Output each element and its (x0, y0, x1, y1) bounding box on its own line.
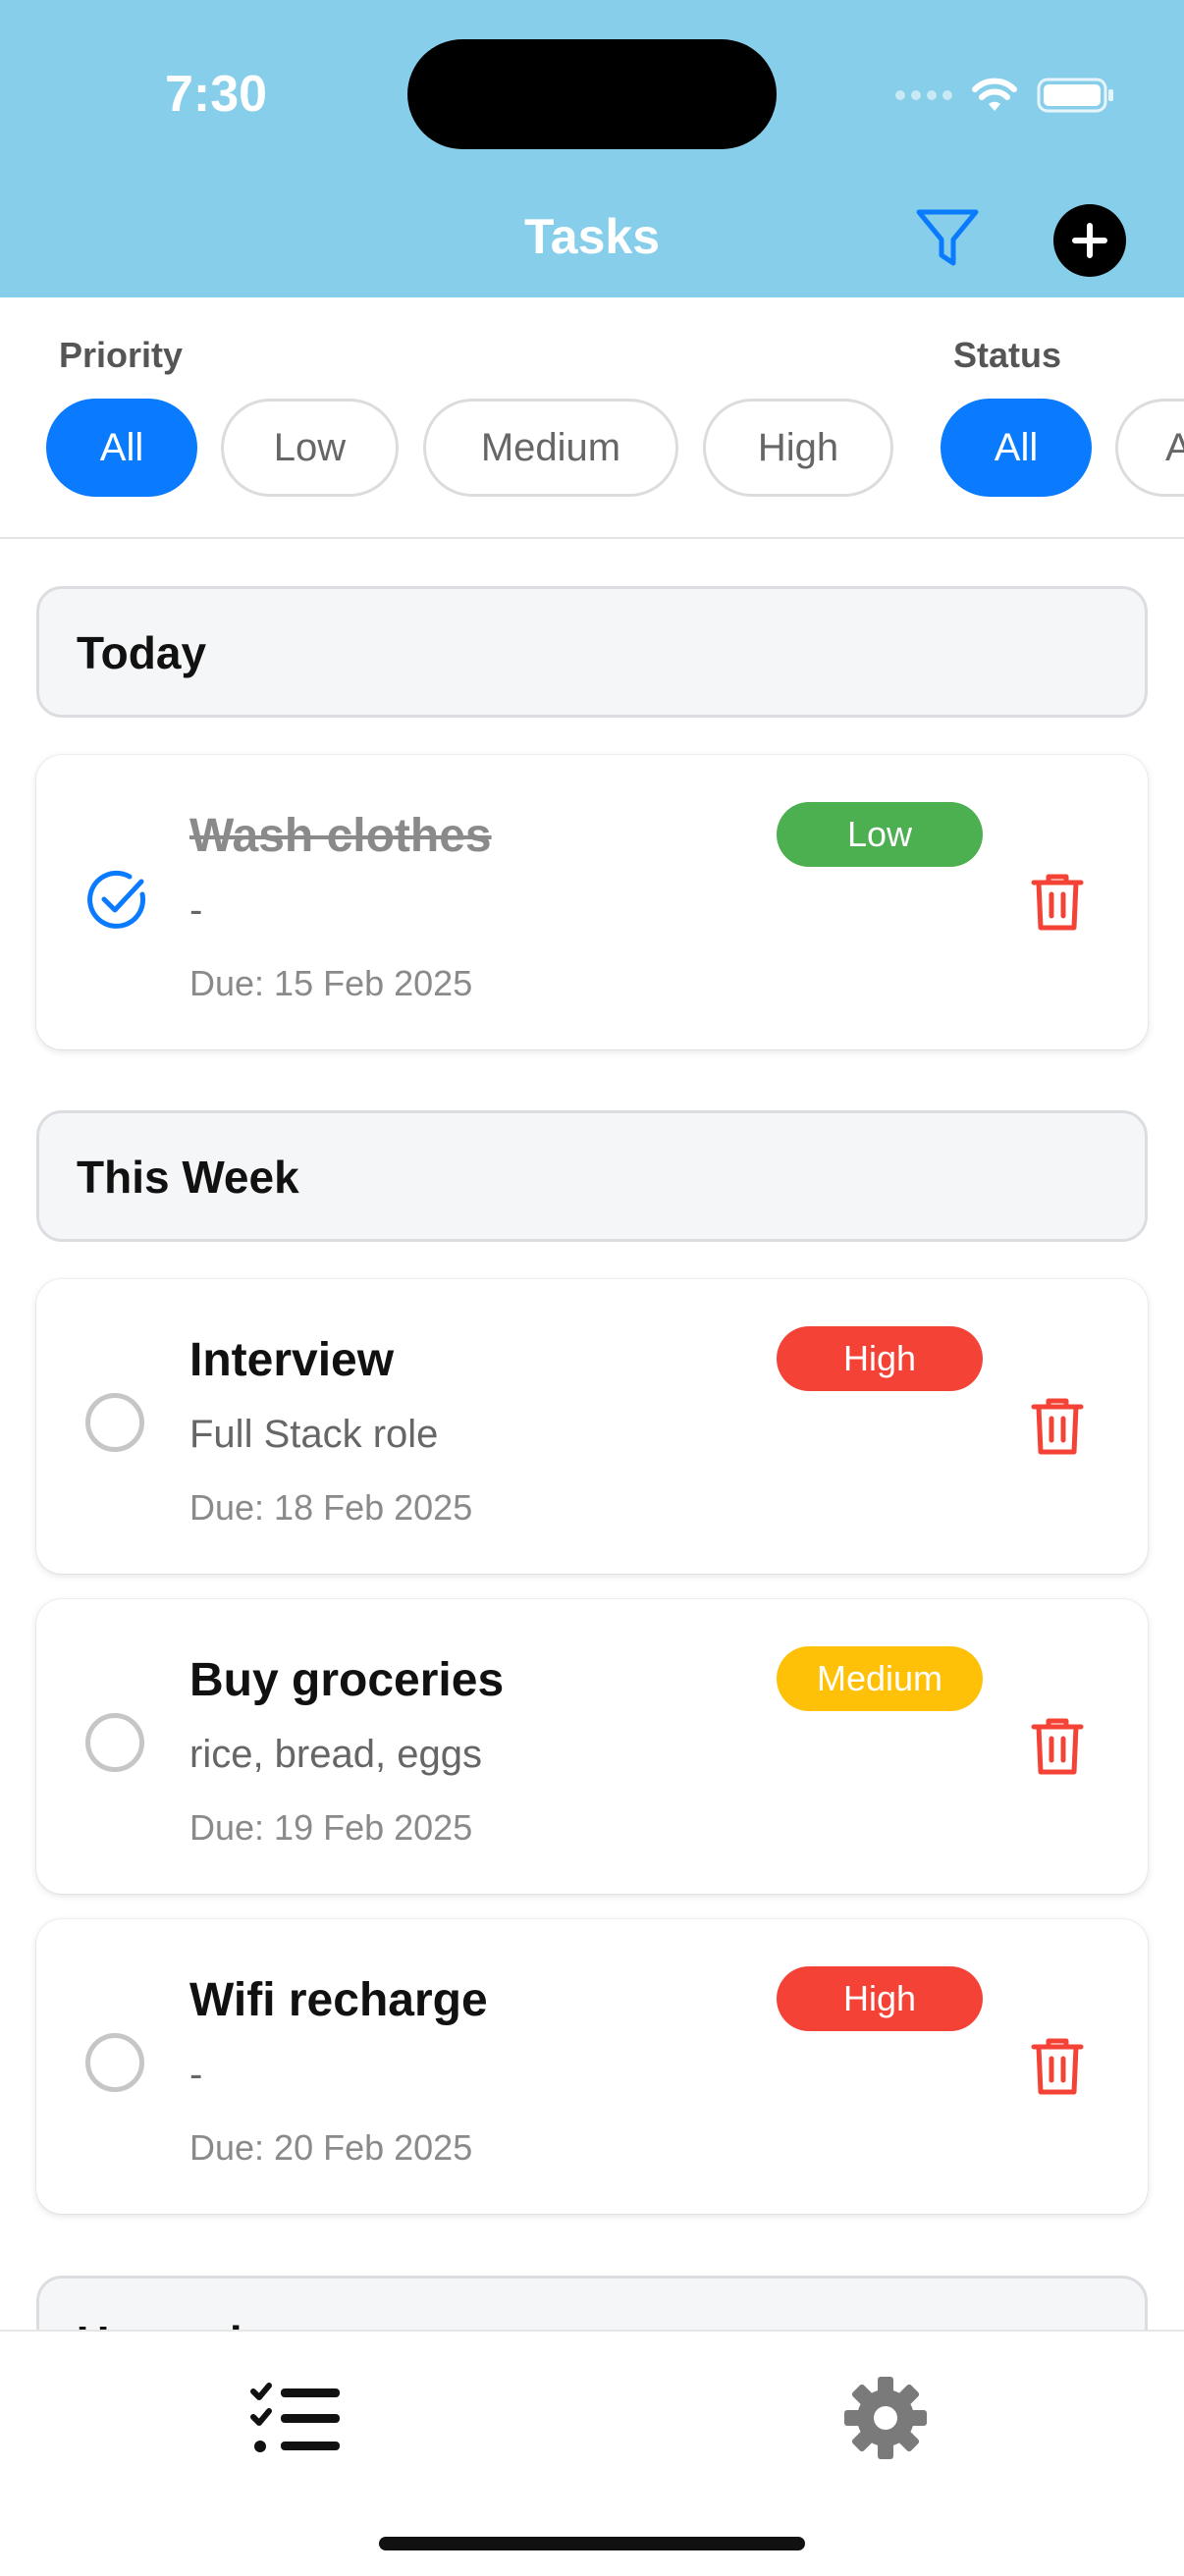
section-title: Today (77, 627, 207, 678)
cellular-signal-icon (895, 90, 952, 100)
trash-icon[interactable] (1030, 871, 1085, 934)
app-header: 7:30 Tasks (0, 0, 1184, 297)
priority-badge: High (777, 1326, 983, 1391)
priority-chip-all[interactable]: All (46, 399, 197, 497)
task-title: Wifi recharge (189, 1974, 488, 2026)
checked-circle-icon[interactable] (83, 865, 152, 934)
task-title: Wash clothes (189, 810, 492, 862)
trash-icon[interactable] (1030, 1395, 1085, 1458)
priority-filter-label: Priority (59, 335, 184, 375)
section-header-today: Today (36, 586, 1148, 718)
priority-badge: Medium (777, 1646, 983, 1711)
home-indicator (379, 2537, 805, 2550)
task-list-icon[interactable] (249, 2382, 344, 2456)
task-card[interactable]: Wifi recharge High - Due: 20 Feb 2025 (36, 1919, 1148, 2214)
status-chip-all[interactable]: All (941, 399, 1092, 497)
add-task-button[interactable] (1053, 204, 1126, 277)
filter-bar: Priority All Low Medium High Status All … (0, 297, 1184, 539)
task-due-date: Due: 20 Feb 2025 (189, 2127, 473, 2168)
trash-icon[interactable] (1030, 2035, 1085, 2098)
task-card[interactable]: Wash clothes Low - Due: 15 Feb 2025 (36, 755, 1148, 1049)
status-time: 7:30 (165, 66, 268, 123)
task-description: - (189, 2053, 203, 2096)
section-header-this-week: This Week (36, 1110, 1148, 1242)
task-due-date: Due: 18 Feb 2025 (189, 1487, 473, 1528)
task-description: - (189, 888, 203, 932)
status-filter-label: Status (953, 335, 1062, 375)
task-description: Full Stack role (189, 1413, 439, 1456)
priority-badge: Low (777, 802, 983, 867)
priority-chip-high[interactable]: High (703, 399, 893, 497)
status-indicators (895, 71, 1115, 120)
status-chip-active[interactable]: A (1115, 399, 1184, 497)
task-due-date: Due: 15 Feb 2025 (189, 963, 473, 1003)
dynamic-island (407, 39, 777, 149)
filter-icon[interactable] (913, 202, 982, 271)
unchecked-circle-icon[interactable] (85, 2033, 144, 2092)
gear-icon[interactable] (842, 2375, 929, 2461)
plus-icon (1072, 223, 1107, 258)
priority-badge: High (777, 1966, 983, 2031)
task-due-date: Due: 19 Feb 2025 (189, 1807, 473, 1848)
task-title: Interview (189, 1334, 395, 1386)
trash-icon[interactable] (1030, 1715, 1085, 1778)
task-card[interactable]: Interview High Full Stack role Due: 18 F… (36, 1279, 1148, 1574)
priority-chip-low[interactable]: Low (221, 399, 399, 497)
task-description: rice, bread, eggs (189, 1733, 482, 1776)
unchecked-circle-icon[interactable] (85, 1393, 144, 1452)
battery-icon (1037, 78, 1113, 113)
task-card[interactable]: Buy groceries Medium rice, bread, eggs D… (36, 1599, 1148, 1894)
section-title: This Week (77, 1152, 299, 1203)
priority-chip-medium[interactable]: Medium (423, 399, 678, 497)
task-title: Buy groceries (189, 1654, 505, 1706)
wifi-icon (972, 78, 1017, 111)
unchecked-circle-icon[interactable] (85, 1713, 144, 1772)
page-title: Tasks (523, 209, 661, 264)
